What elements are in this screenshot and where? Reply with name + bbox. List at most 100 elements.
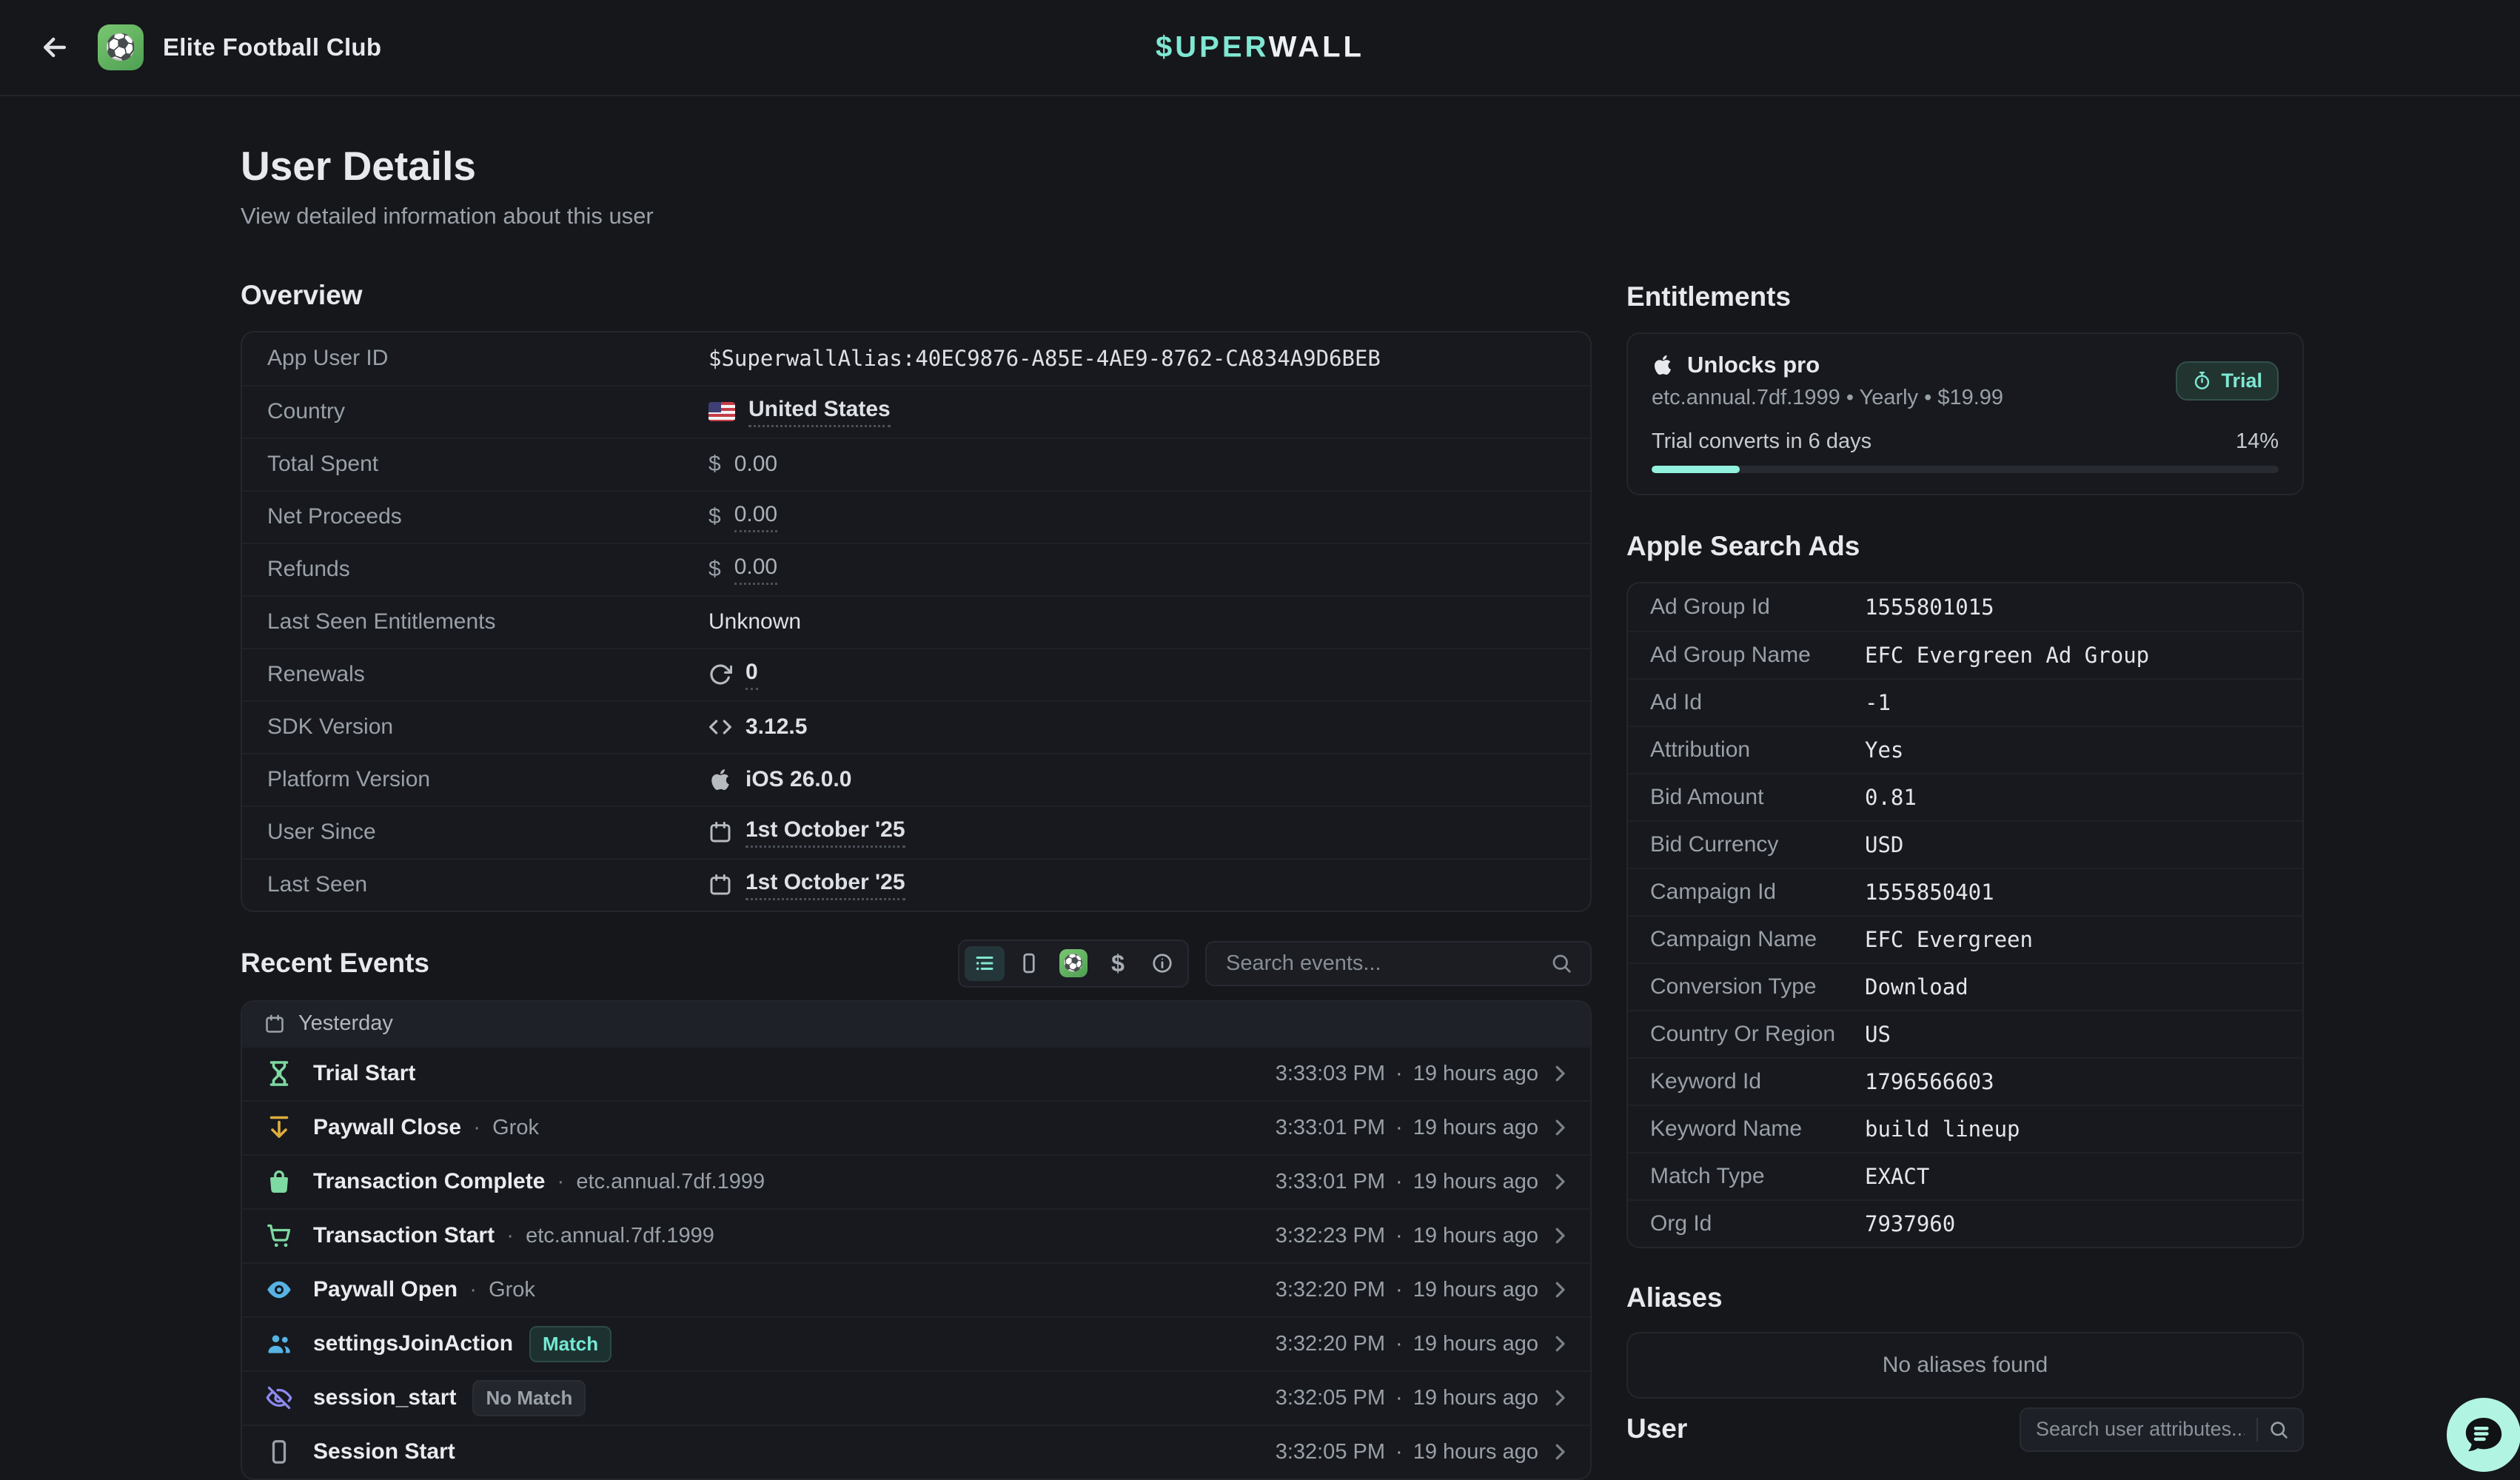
trial-progress-fill: [1652, 466, 1740, 473]
user-attributes-search-input[interactable]: [2034, 1417, 2246, 1442]
event-ago: 19 hours ago: [1413, 1224, 1538, 1248]
row-label: Last Seen Entitlements: [267, 609, 708, 634]
support-chat-button[interactable]: [2447, 1398, 2520, 1472]
filter-all-events-button[interactable]: [965, 946, 1005, 981]
row-value-text: $SuperwallAlias:40EC9876-A85E-4AE9-8762-…: [708, 346, 1381, 371]
event-row[interactable]: Session Start 3:32:05 PM·19 hours ago: [242, 1424, 1590, 1479]
row-label: Org Id: [1650, 1211, 1865, 1236]
app-name: Elite Football Club: [163, 33, 381, 61]
calendar-icon: [708, 873, 732, 897]
product-name: Unlocks pro: [1687, 352, 1820, 378]
row-value-text: 7937960: [1865, 1211, 1955, 1236]
apple-icon: [708, 768, 732, 791]
table-row: Last Seen1st October '25: [242, 858, 1590, 911]
row-value: $0.00: [708, 452, 777, 477]
entitlement-card: Unlocks pro etc.annual.7df.1999 • Yearly…: [1626, 332, 2304, 495]
table-row: Total Spent$0.00: [242, 438, 1590, 490]
row-value-text: 0.81: [1865, 785, 1917, 810]
events-search-input[interactable]: [1224, 951, 1550, 977]
row-value: Download: [1865, 974, 1968, 999]
dollar-icon: $: [708, 504, 721, 529]
table-row: App User ID$SuperwallAlias:40EC9876-A85E…: [242, 332, 1590, 385]
row-value-text: Unknown: [708, 609, 801, 634]
event-row[interactable]: Transaction Complete·etc.annual.7df.1999…: [242, 1154, 1590, 1208]
event-detail: etc.annual.7df.1999: [526, 1224, 714, 1248]
event-rows: Trial Start3:33:03 PM·19 hours ago Paywal…: [242, 1046, 1590, 1479]
row-value: $0.00: [708, 502, 777, 532]
soccer-ball-icon: ⚽: [1063, 954, 1083, 973]
event-time: 3:32:05 PM·19 hours ago: [1276, 1386, 1571, 1410]
row-value-text[interactable]: 0.00: [734, 555, 777, 585]
us-flag-icon: [708, 402, 735, 421]
event-timestamp: 3:32:23 PM: [1276, 1224, 1385, 1248]
row-value-text: USD: [1865, 832, 1903, 857]
row-label: SDK Version: [267, 714, 708, 740]
event-detail: Grok: [492, 1116, 539, 1140]
back-arrow-icon: [38, 31, 71, 64]
row-value-text[interactable]: 1st October '25: [745, 817, 905, 848]
table-row: Refunds$0.00: [242, 543, 1590, 595]
event-row[interactable]: Paywall Open·Grok3:32:20 PM·19 hours ago: [242, 1262, 1590, 1316]
row-value-text[interactable]: 0.00: [734, 502, 777, 532]
top-bar: ⚽ Elite Football Club $UPERWALL: [0, 0, 2520, 96]
table-row: Bid CurrencyUSD: [1628, 820, 2302, 868]
row-value: EFC Evergreen: [1865, 927, 2033, 952]
row-value: 0.81: [1865, 785, 1917, 810]
event-row[interactable]: Transaction Start·etc.annual.7df.19993:3…: [242, 1208, 1590, 1262]
overview-heading: Overview: [241, 280, 1592, 312]
overview-table: App User ID$SuperwallAlias:40EC9876-A85E…: [241, 331, 1592, 912]
event-row[interactable]: Paywall Close·Grok3:33:01 PM·19 hours ag…: [242, 1100, 1590, 1154]
row-value-text[interactable]: 0: [745, 660, 758, 690]
user-section-header: User: [1626, 1407, 2304, 1452]
event-name: Trial Start: [313, 1061, 415, 1086]
event-name: Paywall Close: [313, 1115, 461, 1140]
soccer-ball-icon: ⚽: [105, 33, 136, 62]
entitlements-heading: Entitlements: [1626, 281, 2304, 313]
filter-device-events-button[interactable]: [1009, 946, 1049, 981]
user-attributes-search: [2020, 1407, 2304, 1452]
row-value-text[interactable]: 1st October '25: [745, 870, 905, 900]
event-name: Paywall Open: [313, 1277, 458, 1302]
event-name: Session Start: [313, 1439, 455, 1464]
row-label: Match Type: [1650, 1164, 1865, 1189]
table-row: Campaign Id1555850401: [1628, 868, 2302, 915]
recent-events-heading: Recent Events: [241, 948, 429, 980]
asa-heading: Apple Search Ads: [1626, 531, 2304, 563]
trial-badge: Trial: [2176, 361, 2279, 401]
events-group-header: Yesterday: [242, 1002, 1590, 1046]
search-icon: [2268, 1419, 2289, 1440]
trial-percent: 14%: [2236, 429, 2279, 454]
code-icon: [708, 715, 732, 739]
row-label: Ad Id: [1650, 690, 1865, 715]
filter-info-events-button[interactable]: [1142, 946, 1182, 981]
row-label: App User ID: [267, 346, 708, 371]
row-label: Total Spent: [267, 452, 708, 477]
event-time: 3:32:05 PM·19 hours ago: [1276, 1440, 1571, 1464]
dot-separator: ·: [557, 1169, 564, 1194]
filter-app-events-button[interactable]: ⚽: [1053, 946, 1093, 981]
row-value-text: Yes: [1865, 737, 1903, 763]
aliases-empty-card: No aliases found: [1626, 1332, 2304, 1399]
row-label: User Since: [267, 820, 708, 845]
event-row[interactable]: settingsJoinActionMatch3:32:20 PM·19 hou…: [242, 1316, 1590, 1370]
events-filter-toolbar: ⚽ $: [958, 940, 1189, 988]
table-row: Net Proceeds$0.00: [242, 490, 1590, 543]
back-button[interactable]: [34, 27, 76, 68]
filter-revenue-events-button[interactable]: $: [1098, 946, 1138, 981]
events-list: Yesterday Trial Start3:33:03 PM·19 hours…: [241, 1000, 1592, 1480]
dot-separator: ·: [473, 1115, 480, 1140]
row-value-text: US: [1865, 1022, 1891, 1047]
match-badge: No Match: [472, 1380, 586, 1416]
table-row: Match TypeEXACT: [1628, 1152, 2302, 1199]
event-row[interactable]: Trial Start3:33:03 PM·19 hours ago: [242, 1046, 1590, 1100]
event-ago: 19 hours ago: [1413, 1062, 1538, 1086]
trial-progress-track: [1652, 466, 2279, 473]
row-value: 1555801015: [1865, 595, 1994, 620]
recent-events-header: Recent Events ⚽: [241, 940, 1592, 988]
row-value: build lineup: [1865, 1116, 2020, 1142]
row-label: Keyword Name: [1650, 1116, 1865, 1142]
table-row: AttributionYes: [1628, 726, 2302, 773]
event-row[interactable]: session_startNo Match3:32:05 PM·19 hours…: [242, 1370, 1590, 1424]
row-value-text[interactable]: United States: [748, 397, 891, 427]
row-value-text: EXACT: [1865, 1164, 1929, 1189]
